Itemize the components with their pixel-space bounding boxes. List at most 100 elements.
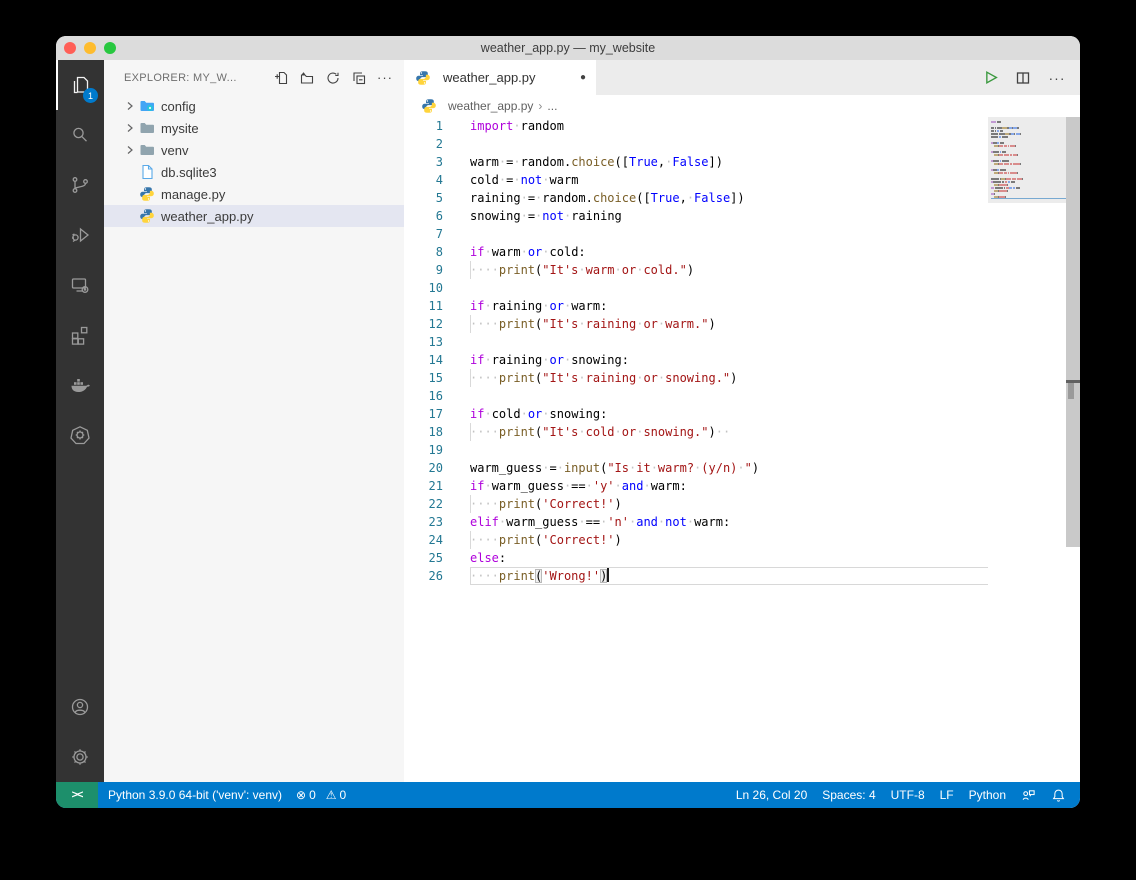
code-content[interactable]: if·warm_guess·==·'y'·and·warm: [470,477,988,495]
breadcrumb[interactable]: weather_app.py › ... [404,95,1080,117]
code-content[interactable]: ····print('Wrong!') [470,567,988,585]
feedback-icon[interactable] [1021,788,1036,803]
code-line-10[interactable]: 10 [404,279,1080,297]
file-row-manage-py[interactable]: manage.py [104,183,404,205]
code-content[interactable]: ····print('Correct!') [470,495,988,513]
tab-weather-app[interactable]: weather_app.py ● [404,60,596,95]
code-line-4[interactable]: 4cold·=·not·warm [404,171,1080,189]
code-line-19[interactable]: 19 [404,441,1080,459]
more-actions-icon[interactable]: ··· [1048,69,1066,87]
code-line-20[interactable]: 20warm_guess·=·input("Is·it·warm?·(y/n)·… [404,459,1080,477]
activity-explorer[interactable]: 1 [56,60,104,110]
code-content[interactable] [470,225,988,243]
code-line-6[interactable]: 6snowing·=·not·raining [404,207,1080,225]
code-line-9[interactable]: 9····print("It's·warm·or·cold.") [404,261,1080,279]
code-line-14[interactable]: 14if·raining·or·snowing: [404,351,1080,369]
scrollbar[interactable] [1066,117,1080,782]
code-line-24[interactable]: 24····print('Correct!') [404,531,1080,549]
code-content[interactable]: warm·=·random.choice([True,·False]) [470,153,988,171]
refresh-button[interactable] [324,69,342,87]
code-content[interactable]: elif·warm_guess·==·'n'·and·not·warm: [470,513,988,531]
breadcrumb-tail[interactable]: ... [547,99,557,113]
eol-status[interactable]: LF [940,788,954,802]
code-content[interactable]: cold·=·not·warm [470,171,988,189]
file-row-venv[interactable]: venv [104,139,404,161]
encoding-status[interactable]: UTF-8 [891,788,925,802]
code-content[interactable] [470,441,988,459]
activity-extensions[interactable] [56,310,104,360]
code-content[interactable]: if·raining·or·snowing: [470,351,988,369]
code-line-12[interactable]: 12····print("It's·raining·or·warm.") [404,315,1080,333]
activity-source-control[interactable] [56,160,104,210]
code-content[interactable]: else: [470,549,988,567]
code-content[interactable]: ····print("It's·cold·or·snowing.")·· [470,423,988,441]
code-line-11[interactable]: 11if·raining·or·warm: [404,297,1080,315]
activity-settings[interactable] [56,732,104,782]
chevron-right-icon[interactable] [122,98,138,114]
run-button[interactable] [980,69,998,87]
code-content[interactable]: ····print("It's·raining·or·snowing.") [470,369,988,387]
activity-account[interactable] [56,682,104,732]
code-editor[interactable]: 1import·random23warm·=·random.choice([Tr… [404,117,1080,782]
code-line-26[interactable]: 26····print('Wrong!') [404,567,1080,585]
activity-remote-explorer[interactable] [56,260,104,310]
code-line-21[interactable]: 21if·warm_guess·==·'y'·and·warm: [404,477,1080,495]
python-interpreter-status[interactable]: Python 3.9.0 64-bit ('venv': venv) [108,788,282,802]
code-line-1[interactable]: 1import·random [404,117,1080,135]
chevron-right-icon[interactable] [122,142,138,158]
code-content[interactable]: if·cold·or·snowing: [470,405,988,423]
code-content[interactable] [470,387,988,405]
code-line-17[interactable]: 17if·cold·or·snowing: [404,405,1080,423]
code-line-22[interactable]: 22····print('Correct!') [404,495,1080,513]
code-line-16[interactable]: 16 [404,387,1080,405]
close-button[interactable] [64,42,76,54]
code-line-5[interactable]: 5raining·=·random.choice([True,·False]) [404,189,1080,207]
remote-indicator[interactable]: >< [56,782,98,808]
file-row-mysite[interactable]: mysite [104,117,404,139]
split-editor-button[interactable] [1014,69,1032,87]
scrollbar-slider[interactable] [1066,117,1080,547]
new-folder-button[interactable] [298,69,316,87]
code-content[interactable]: import·random [470,117,988,135]
code-line-23[interactable]: 23elif·warm_guess·==·'n'·and·not·warm: [404,513,1080,531]
code-line-13[interactable]: 13 [404,333,1080,351]
zoom-button[interactable] [104,42,116,54]
new-file-button[interactable] [272,69,290,87]
indentation-status[interactable]: Spaces: 4 [822,788,875,802]
code-content[interactable]: if·raining·or·warm: [470,297,988,315]
code-content[interactable] [470,333,988,351]
activity-docker[interactable] [56,360,104,410]
code-line-25[interactable]: 25else: [404,549,1080,567]
file-row-weather-app-py[interactable]: weather_app.py [104,205,404,227]
code-content[interactable]: if·warm·or·cold: [470,243,988,261]
chevron-right-icon[interactable] [122,120,138,136]
dirty-indicator-icon[interactable]: ● [580,72,586,83]
code-content[interactable]: warm_guess·=·input("Is·it·warm?·(y/n)·") [470,459,988,477]
code-line-3[interactable]: 3warm·=·random.choice([True,·False]) [404,153,1080,171]
cursor-position-status[interactable]: Ln 26, Col 20 [736,788,807,802]
code-content[interactable]: snowing·=·not·raining [470,207,988,225]
file-row-config[interactable]: config [104,95,404,117]
code-line-8[interactable]: 8if·warm·or·cold: [404,243,1080,261]
language-mode-status[interactable]: Python [969,788,1006,802]
code-content[interactable] [470,279,988,297]
notifications-bell-icon[interactable] [1051,788,1066,803]
more-actions-icon[interactable]: ··· [376,69,394,87]
code-content[interactable]: ····print("It's·warm·or·cold.") [470,261,988,279]
code-content[interactable]: raining·=·random.choice([True,·False]) [470,189,988,207]
activity-search[interactable] [56,110,104,160]
code-line-18[interactable]: 18····print("It's·cold·or·snowing.")·· [404,423,1080,441]
file-row-db-sqlite3[interactable]: db.sqlite3 [104,161,404,183]
activity-run-debug[interactable] [56,210,104,260]
minimize-button[interactable] [84,42,96,54]
code-line-7[interactable]: 7 [404,225,1080,243]
code-content[interactable]: ····print("It's·raining·or·warm.") [470,315,988,333]
breadcrumb-file[interactable]: weather_app.py [448,99,533,113]
code-content[interactable] [470,135,988,153]
code-line-15[interactable]: 15····print("It's·raining·or·snowing.") [404,369,1080,387]
problems-status[interactable]: ⊗0 ⚠0 [296,788,346,802]
code-line-2[interactable]: 2 [404,135,1080,153]
activity-kubernetes[interactable] [56,410,104,460]
code-content[interactable]: ····print('Correct!') [470,531,988,549]
minimap[interactable] [988,117,1066,203]
